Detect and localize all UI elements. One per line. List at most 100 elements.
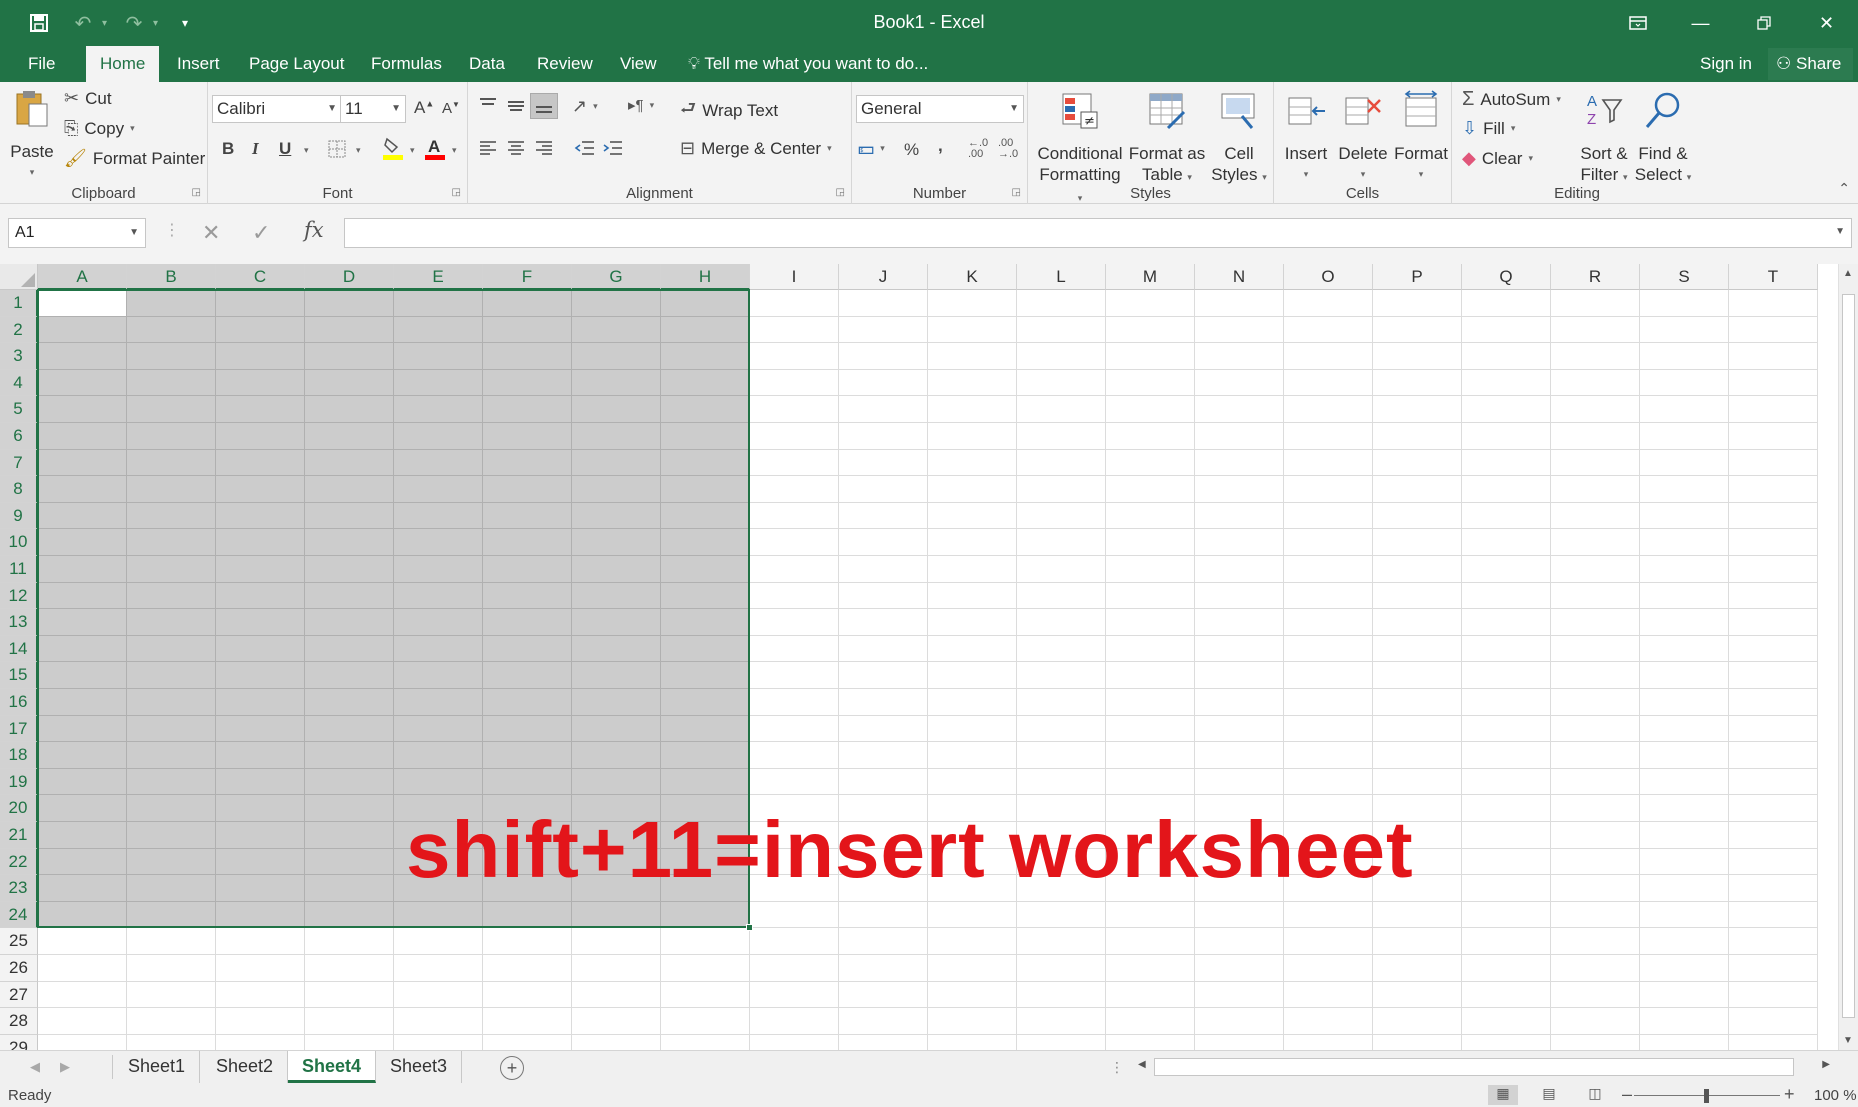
increase-indent-button[interactable] [602,140,624,161]
column-header-m[interactable]: M [1106,264,1195,290]
column-header-t[interactable]: T [1729,264,1818,290]
enter-entry-icon[interactable]: ✓ [252,220,270,246]
tab-home[interactable]: Home [86,46,160,82]
zoom-out-icon[interactable]: – [1622,1084,1632,1105]
orientation-button[interactable]: ↗ ▾ [572,96,598,117]
column-header-e[interactable]: E [394,264,483,290]
column-header-r[interactable]: R [1551,264,1640,290]
tab-file[interactable]: File [14,46,69,82]
underline-button[interactable]: U [279,139,291,159]
column-header-o[interactable]: O [1284,264,1373,290]
row-header-15[interactable]: 15 [0,662,38,689]
merge-center-button[interactable]: ⊟ Merge & Center ▾ [680,138,832,159]
sign-in-link[interactable]: Sign in [1700,46,1752,82]
row-header-4[interactable]: 4 [0,369,38,397]
comma-style-button[interactable]: , [938,136,943,156]
row-header-20[interactable]: 20 [0,795,38,822]
row-header-17[interactable]: 17 [0,715,38,743]
worksheet-grid[interactable]: ABCDEFGHIJKLMNOPQRST 1 2 3 4 5 6 7 8 9 10 11 12 13 14… [0,264,1858,1050]
row-header-25[interactable]: 25 [0,928,38,955]
column-header-h[interactable]: H [661,264,750,290]
paste-dropdown-icon[interactable]: ▾ [8,162,56,183]
fill-button[interactable]: ⇩ Fill ▾ [1462,118,1515,139]
sheet-tab-sheet1[interactable]: Sheet1 [114,1051,201,1083]
column-header-i[interactable]: I [750,264,839,290]
column-header-l[interactable]: L [1017,264,1106,290]
formula-input[interactable]: ▼ [344,218,1852,248]
bold-button[interactable]: B [222,139,234,159]
sheet-tab-sheet2[interactable]: Sheet2 [202,1051,289,1083]
align-right-button[interactable] [534,140,554,161]
alignment-launcher-icon[interactable]: ◲ [836,187,845,198]
merge-dropdown-icon[interactable]: ▾ [827,143,832,154]
row-header-6[interactable]: 6 [0,423,38,450]
column-header-f[interactable]: F [483,264,572,290]
font-launcher-icon[interactable]: ◲ [452,187,461,198]
row-header-28[interactable]: 28 [0,1008,38,1035]
name-box[interactable]: A1 ▼ [8,218,146,248]
column-header-n[interactable]: N [1195,264,1284,290]
restore-icon[interactable] [1732,0,1795,46]
column-header-k[interactable]: K [928,264,1017,290]
align-bottom-button[interactable] [530,93,558,119]
accounting-format-button[interactable]: 💵︎ ▾ [858,138,885,159]
grow-font-button[interactable]: A▲ [414,98,434,118]
format-cells-button[interactable]: Format ▾ [1392,90,1450,185]
row-header-29[interactable]: 29 [0,1034,38,1050]
horizontal-scrollbar[interactable]: ◀ ▶ [1134,1056,1834,1078]
clear-button[interactable]: ◆ Clear ▾ [1462,148,1533,169]
row-header-14[interactable]: 14 [0,635,38,663]
row-header-2[interactable]: 2 [0,316,38,344]
format-as-table-button[interactable]: Format as Table ▾ [1128,90,1206,188]
shrink-font-button[interactable]: A▼ [442,100,460,117]
delete-cells-button[interactable]: Delete ▾ [1334,90,1392,185]
normal-view-icon[interactable]: ▦ [1488,1085,1518,1105]
row-header-5[interactable]: 5 [0,396,38,423]
scroll-up-icon[interactable]: ▲ [1843,268,1853,279]
sort-filter-button[interactable]: AZ Sort & Filter ▾ [1576,90,1632,188]
tab-page-layout[interactable]: Page Layout [235,46,358,82]
column-header-j[interactable]: J [839,264,928,290]
fill-color-button[interactable] [382,136,404,165]
cancel-entry-icon[interactable]: ✕ [202,220,220,246]
format-painter-button[interactable]: 🖌︎ Format Painter [64,148,205,169]
fill-handle[interactable] [746,924,753,932]
select-all-button[interactable] [0,264,38,290]
zoom-in-icon[interactable]: + [1784,1084,1795,1105]
increase-decimal-button[interactable]: ←.0.00 [968,138,988,160]
formula-bar-grip-icon[interactable]: ⋮ [164,220,180,240]
row-header-23[interactable]: 23 [0,875,38,902]
scroll-left-icon[interactable]: ◀ [1138,1059,1146,1070]
close-icon[interactable]: ✕ [1795,0,1858,46]
font-color-dropdown-icon[interactable]: ▾ [452,145,457,156]
vertical-scrollbar[interactable]: ▲ ▼ [1838,264,1858,1050]
font-color-button[interactable]: A [424,136,446,165]
minimize-icon[interactable]: — [1669,0,1732,46]
row-header-8[interactable]: 8 [0,476,38,503]
row-header-11[interactable]: 11 [0,556,38,583]
scroll-right-icon[interactable]: ▶ [1822,1059,1830,1070]
font-name-select[interactable]: Calibri ▼ [212,95,342,123]
row-header-19[interactable]: 19 [0,768,38,796]
column-header-c[interactable]: C [216,264,305,290]
tab-review[interactable]: Review [523,46,607,82]
number-format-select[interactable]: General ▼ [856,95,1024,123]
decrease-decimal-button[interactable]: .00 →.0 [998,138,1018,160]
column-header-g[interactable]: G [572,264,661,290]
column-header-b[interactable]: B [127,264,216,290]
paste-button[interactable]: Paste ▾ [8,88,56,183]
horizontal-scroll-thumb[interactable] [1154,1058,1794,1076]
percent-style-button[interactable]: % [904,140,919,160]
copy-button[interactable]: ⎘ Copy ▾ [64,118,135,139]
tab-view[interactable]: View [606,46,671,82]
sheet-tab-sheet4[interactable]: Sheet4 [288,1051,377,1083]
text-direction-button[interactable]: ▸¶ ▾ [628,96,654,114]
collapse-ribbon-icon[interactable]: ⌃ [1838,180,1850,197]
borders-button[interactable] [328,140,346,163]
align-left-button[interactable] [478,140,498,161]
decrease-indent-button[interactable] [574,140,596,161]
italic-button[interactable]: I [252,139,259,159]
ribbon-display-options-icon[interactable] [1606,0,1669,46]
vertical-scroll-thumb[interactable] [1842,294,1855,1018]
tell-me-box[interactable]: 💡︎ Tell me what you want to do... [688,46,928,82]
